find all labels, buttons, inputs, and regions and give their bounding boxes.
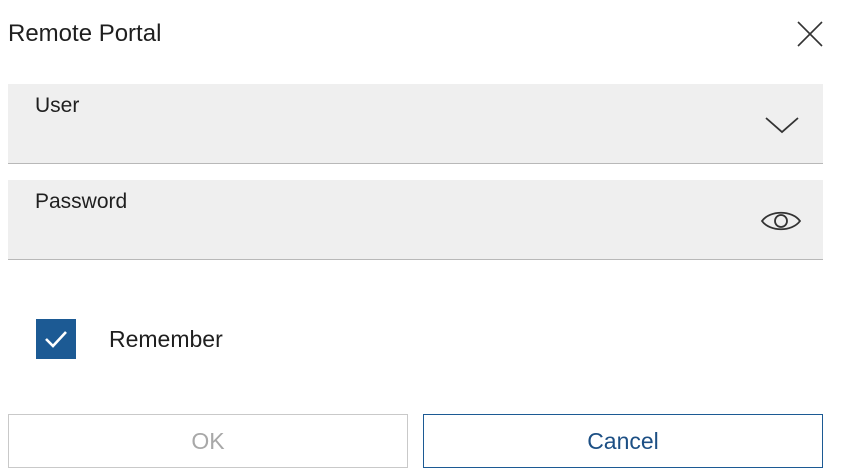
ok-button[interactable]: OK: [8, 414, 408, 468]
chevron-down-icon: [765, 117, 799, 134]
user-field-label: User: [35, 94, 80, 117]
show-password-button[interactable]: [760, 206, 802, 236]
password-field-label: Password: [35, 190, 128, 213]
cancel-button[interactable]: Cancel: [423, 414, 823, 468]
password-field[interactable]: Password: [8, 180, 823, 260]
user-field[interactable]: User: [8, 84, 823, 164]
user-input[interactable]: [35, 124, 735, 154]
user-dropdown-button[interactable]: [764, 112, 800, 136]
close-button[interactable]: [796, 20, 824, 48]
remember-label: Remember: [109, 326, 223, 352]
checkmark-icon: [45, 331, 67, 348]
remember-checkbox[interactable]: [36, 319, 76, 359]
remember-option[interactable]: Remember: [36, 318, 223, 360]
eye-icon: [760, 211, 802, 231]
dialog-title: Remote Portal: [8, 20, 162, 47]
close-icon: [797, 21, 823, 47]
password-input[interactable]: [35, 220, 735, 250]
